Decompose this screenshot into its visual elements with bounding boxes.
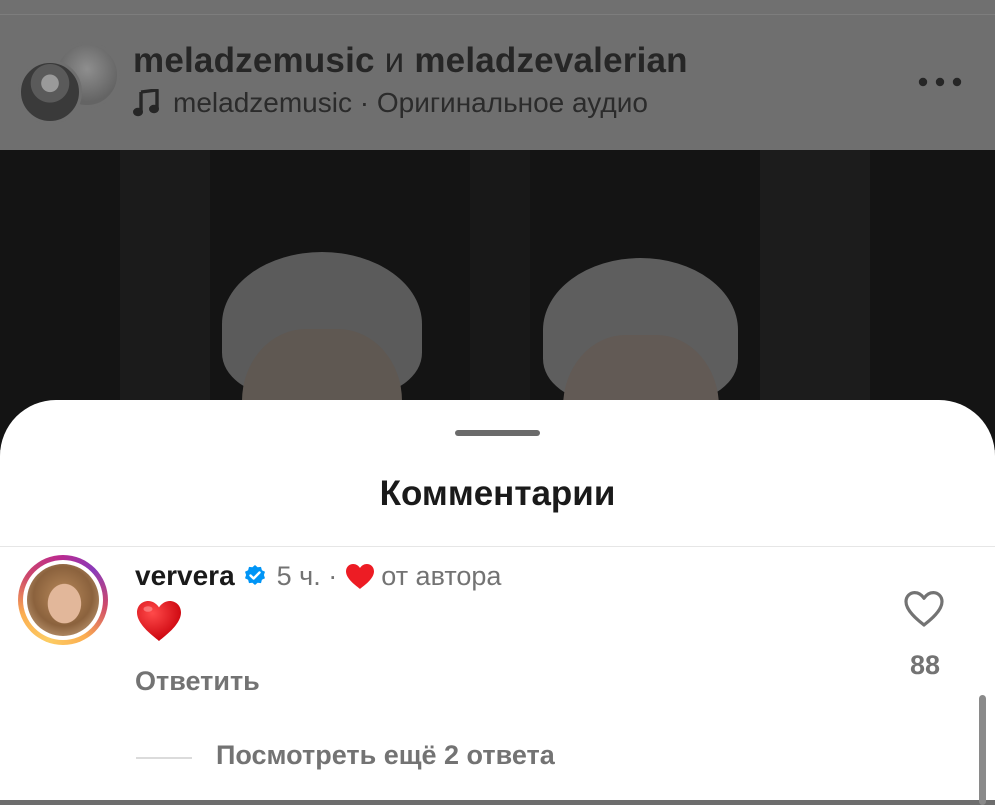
comment-avatar[interactable]: [18, 555, 108, 645]
audio-separator: ·: [359, 87, 370, 118]
music-note-icon: [133, 89, 159, 117]
replies-divider-line: [136, 757, 192, 759]
heart-outline-icon[interactable]: [903, 590, 945, 628]
sheet-grabber[interactable]: [455, 430, 540, 436]
post-author-2[interactable]: meladzevalerian: [414, 41, 687, 80]
divider: [0, 546, 995, 547]
post-author-separator: и: [384, 41, 405, 80]
sheet-title: Комментарии: [379, 474, 616, 513]
more-horizontal-icon[interactable]: [918, 75, 962, 89]
audio-label: Оригинальное аудио: [376, 87, 648, 118]
post-header: [0, 15, 995, 150]
verified-badge-icon: [244, 565, 265, 585]
author-like-label: от автора: [381, 560, 502, 591]
post-audio-info[interactable]: meladzemusic · Оригинальное аудио: [133, 87, 648, 119]
scrollbar[interactable]: [979, 695, 986, 805]
comment-username[interactable]: ververa: [135, 560, 235, 592]
reply-button[interactable]: Ответить: [135, 666, 260, 697]
audio-owner: meladzemusic: [173, 87, 352, 118]
avatar: [27, 564, 99, 636]
like-count: 88: [909, 650, 941, 680]
heart-filled-icon: [346, 563, 375, 589]
comment-time: 5 ч.: [276, 560, 321, 591]
post-authors[interactable]: meladzemusic и meladzevalerian: [133, 41, 688, 81]
avatar-ring-gap: [23, 560, 103, 640]
post-author-1[interactable]: meladzemusic: [133, 41, 375, 80]
comment-header: ververa 5 ч. · от автора: [135, 560, 501, 592]
view-more-replies-button[interactable]: Посмотреть ещё 2 ответа: [216, 740, 555, 771]
red-heart-emoji-icon: [137, 601, 181, 641]
comments-sheet[interactable]: Комментарии ververa 5 ч. · от автора Отв…: [0, 400, 995, 805]
post-author-avatars[interactable]: [18, 42, 120, 124]
comment-separator: ·: [328, 560, 338, 591]
avatar: [18, 60, 82, 124]
top-bar-strip: [0, 0, 995, 15]
